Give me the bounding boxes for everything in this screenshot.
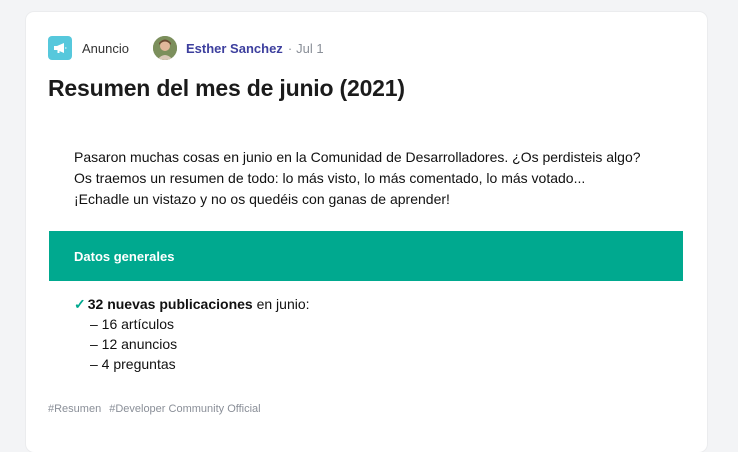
intro-line: Pasaron muchas cosas en junio en la Comu… [74, 149, 641, 165]
summary-list: ✓ 32 nuevas publicaciones en junio: – 16 … [74, 294, 674, 374]
section-banner: Datos generales [49, 231, 683, 281]
avatar[interactable] [152, 36, 177, 60]
section-title: Datos generales [74, 248, 175, 264]
tag-link[interactable]: #Resumen [48, 403, 101, 415]
post-meta: Anuncio Esther Sanchez · Jul 1 [48, 36, 324, 60]
summary-highlight: 32 nuevas publicaciones [87, 296, 253, 312]
post-date: Jul 1 [296, 40, 324, 56]
tag-link[interactable]: #Developer Community Official [109, 403, 260, 415]
intro-line: ¡Echadle un vistazo y no os quedéis con … [74, 191, 450, 207]
intro-line: Os traemos un resumen de todo: lo más vi… [74, 170, 586, 186]
list-item: – 12 anuncios [90, 336, 178, 352]
check-icon: ✓ [74, 296, 86, 312]
post-title[interactable]: Resumen del mes de junio (2021) [48, 75, 405, 102]
meta-separator: · [287, 40, 293, 56]
author-link[interactable]: Esther Sanchez [186, 41, 283, 56]
post-intro: Pasaron muchas cosas en junio en la Comu… [74, 147, 674, 210]
post-type-label: Anuncio [82, 40, 129, 56]
summary-rest: en junio: [252, 296, 310, 312]
summary-headline: ✓ 32 nuevas publicaciones en junio: [74, 294, 674, 314]
megaphone-icon [48, 36, 72, 60]
list-item: – 16 artículos [90, 316, 175, 332]
post-card: Anuncio Esther Sanchez · Jul 1 Resumen d… [26, 12, 707, 452]
list-item: – 4 preguntas [90, 356, 176, 372]
tag-list: #Resumen #Developer Community Official [48, 403, 269, 415]
